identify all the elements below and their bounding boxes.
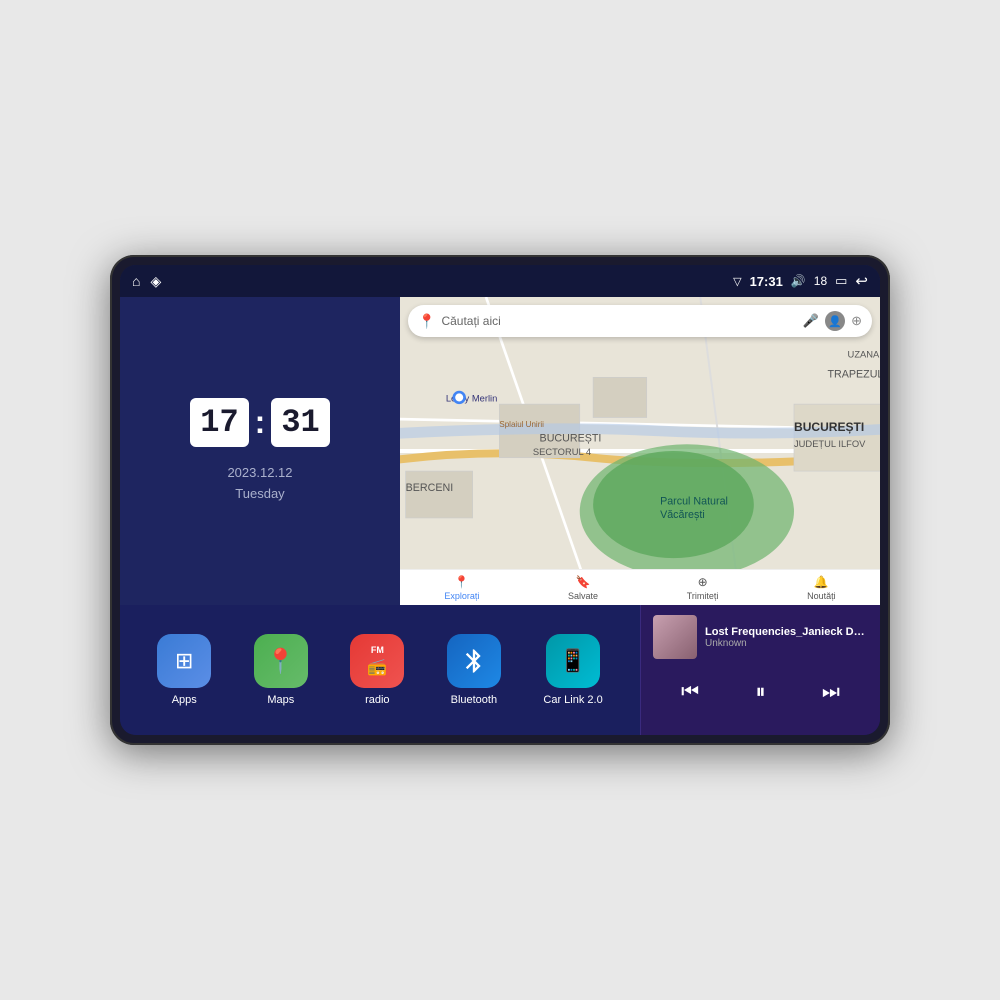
svg-text:Splaiul Unirii: Splaiul Unirii [499,420,544,429]
main-content: 17 : 31 2023.12.12 Tuesday [120,297,880,735]
clock-minute: 31 [271,398,329,447]
svg-text:BERCENI: BERCENI [406,482,454,494]
svg-text:Parcul Natural: Parcul Natural [660,496,728,508]
signal-icon: ▽ [733,275,741,288]
maps-icon: 📍 [254,634,308,688]
map-nav-saved[interactable]: 🔖 Salvate [568,575,598,601]
prev-button[interactable]: ⏮ [673,677,707,708]
radio-icon-wrapper: FM 📻 [350,634,404,688]
map-search-bar[interactable]: 📍 Căutați aici 🎤 👤 ⊕ [408,305,872,337]
explore-icon: 📍 [454,575,469,589]
app-item-maps[interactable]: 📍 Maps [254,634,308,706]
map-nav-explore[interactable]: 📍 Explorați [444,575,479,601]
clock-colon: : [255,406,266,438]
send-label: Trimiteți [687,591,719,601]
carlink-icon: 📱 [546,634,600,688]
explore-label: Explorați [444,591,479,601]
battery-icon: ▭ [835,273,847,289]
play-pause-button[interactable]: ⏸ [747,677,773,708]
maps-status-icon[interactable]: ◈ [150,273,161,290]
apps-icon: ⊞ [157,634,211,688]
music-controls: ⏮ ⏸ ⏭ [653,677,868,708]
clock-date: 2023.12.12 Tuesday [227,463,292,505]
layers-icon[interactable]: ⊕ [851,313,862,329]
map-nav-news[interactable]: 🔔 Noutăți [807,575,836,601]
app-item-radio[interactable]: FM 📻 radio [350,634,404,706]
svg-text:JUDEȚUL ILFOV: JUDEȚUL ILFOV [794,439,866,449]
app-item-carlink[interactable]: 📱 Car Link 2.0 [543,634,602,706]
battery-level: 18 [814,274,827,288]
mic-icon[interactable]: 🎤 [803,313,819,329]
device-shell: ⌂ ◈ ▽ 17:31 🔊 18 ▭ ↩ 17 : 31 [110,255,890,745]
upper-section: 17 : 31 2023.12.12 Tuesday [120,297,880,605]
carlink-label: Car Link 2.0 [543,694,602,706]
svg-text:UZANA: UZANA [848,349,880,359]
apps-panel: ⊞ Apps 📍 Maps FM 📻 [120,605,640,735]
status-time: 17:31 [750,274,783,289]
map-search-actions: 🎤 👤 ⊕ [803,311,862,331]
bluetooth-icon-wrapper [447,634,501,688]
bottom-section: ⊞ Apps 📍 Maps FM 📻 [120,605,880,735]
radio-label: radio [365,694,389,706]
status-bar: ⌂ ◈ ▽ 17:31 🔊 18 ▭ ↩ [120,265,880,297]
music-text: Lost Frequencies_Janieck Devy-... Unknow… [705,626,868,649]
screen: ⌂ ◈ ▽ 17:31 🔊 18 ▭ ↩ 17 : 31 [120,265,880,735]
maps-label: Maps [267,694,294,706]
home-icon[interactable]: ⌂ [132,273,140,289]
send-icon: ⊕ [698,575,708,589]
next-button[interactable]: ⏭ [814,677,848,708]
app-item-apps[interactable]: ⊞ Apps [157,634,211,706]
svg-text:SECTORUL 4: SECTORUL 4 [533,447,591,457]
clock-display: 17 : 31 [190,398,329,447]
music-artist: Unknown [705,638,868,649]
saved-label: Salvate [568,591,598,601]
music-info: Lost Frequencies_Janieck Devy-... Unknow… [653,615,868,659]
music-title: Lost Frequencies_Janieck Devy-... [705,626,868,638]
app-item-bluetooth[interactable]: Bluetooth [447,634,501,706]
music-panel: Lost Frequencies_Janieck Devy-... Unknow… [640,605,880,735]
clock-hour: 17 [190,398,248,447]
map-panel[interactable]: BUCUREȘTI SECTORUL 4 BERCENI BUCUREȘTI J… [400,297,880,605]
saved-icon: 🔖 [576,575,591,589]
map-nav-send[interactable]: ⊕ Trimiteți [687,575,719,601]
album-art-image [653,615,697,659]
svg-text:BUCUREȘTI: BUCUREȘTI [794,420,864,434]
map-bottom-bar: 📍 Explorați 🔖 Salvate ⊕ Trimiteți 🔔 [400,569,880,605]
svg-text:BUCUREȘTI: BUCUREȘTI [540,433,602,445]
account-icon[interactable]: 👤 [825,311,845,331]
volume-icon: 🔊 [791,274,806,288]
svg-text:Văcărești: Văcărești [660,509,705,521]
clock-panel: 17 : 31 2023.12.12 Tuesday [120,297,400,605]
status-right: ▽ 17:31 🔊 18 ▭ ↩ [733,272,868,290]
bluetooth-label: Bluetooth [451,694,497,706]
back-icon[interactable]: ↩ [855,272,868,290]
map-search-placeholder: Căutați aici [441,314,796,328]
news-label: Noutăți [807,591,836,601]
album-art [653,615,697,659]
news-icon: 🔔 [814,575,829,589]
svg-text:TRAPEZULUI: TRAPEZULUI [827,368,880,380]
apps-label: Apps [172,694,197,706]
status-left: ⌂ ◈ [132,273,161,290]
map-pin-icon: 📍 [418,313,435,330]
